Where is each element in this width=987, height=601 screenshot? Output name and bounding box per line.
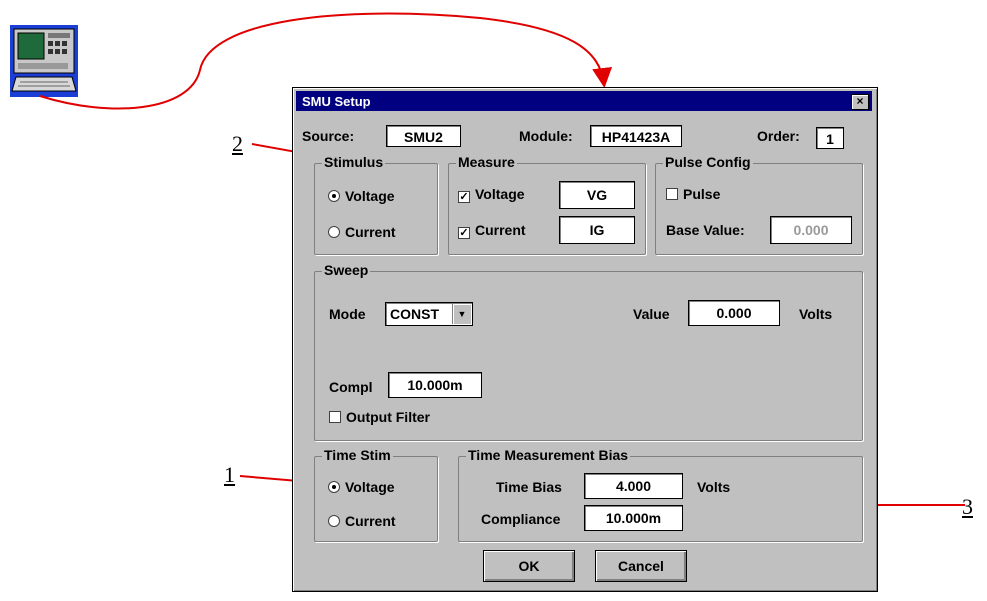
stimulus-current-radio[interactable]: Current	[328, 224, 396, 240]
base-value-label: Base Value:	[666, 222, 745, 238]
output-filter-checkbox[interactable]: Output Filter	[329, 409, 430, 425]
unchecked-icon	[666, 188, 678, 200]
time-bias-field[interactable]: 4.000	[584, 473, 683, 499]
cancel-button[interactable]: Cancel	[595, 550, 687, 582]
compl-field[interactable]: 10.000m	[388, 372, 482, 398]
measure-current-name-field[interactable]: IG	[559, 216, 635, 244]
sweep-value-label: Value	[633, 306, 670, 322]
time-stim-group: Time Stim Voltage Current	[314, 447, 438, 542]
source-label: Source:	[302, 128, 355, 144]
module-field[interactable]: HP41423A	[590, 125, 682, 147]
source-field[interactable]: SMU2	[386, 125, 461, 147]
sweep-value-field[interactable]: 0.000	[688, 300, 780, 326]
callout-3: 3	[962, 494, 973, 519]
stimulus-voltage-label: Voltage	[345, 188, 395, 204]
measure-voltage-label: Voltage	[475, 186, 525, 202]
stimulus-voltage-radio[interactable]: Voltage	[328, 188, 395, 204]
time-bias-unit: Volts	[697, 479, 731, 495]
close-icon[interactable]: ×	[851, 94, 869, 110]
measure-voltage-name-field[interactable]: VG	[559, 181, 635, 209]
measure-current-label: Current	[475, 222, 526, 238]
time-stim-current-radio[interactable]: Current	[328, 513, 396, 529]
pulse-config-legend: Pulse Config	[663, 154, 753, 170]
compliance-field[interactable]: 10.000m	[584, 505, 683, 531]
radio-selected-icon	[328, 481, 340, 493]
radio-unselected-icon	[328, 226, 340, 238]
compl-label: Compl	[329, 379, 373, 395]
order-label: Order:	[757, 128, 800, 144]
callout-1: 1	[224, 462, 235, 487]
time-stim-voltage-radio[interactable]: Voltage	[328, 479, 395, 495]
chevron-down-icon[interactable]: ▼	[452, 304, 471, 324]
checked-icon: ✓	[458, 191, 470, 203]
smu-setup-dialog: SMU Setup × Source: SMU2 Module: HP41423…	[292, 87, 878, 592]
order-field[interactable]: 1	[816, 127, 844, 149]
stimulus-group: Stimulus Voltage Current	[314, 154, 438, 255]
time-stim-voltage-label: Voltage	[345, 479, 395, 495]
sweep-value-unit: Volts	[799, 306, 833, 322]
output-filter-label: Output Filter	[346, 409, 430, 425]
time-stim-legend: Time Stim	[322, 447, 393, 463]
compliance-label: Compliance	[481, 511, 561, 527]
measure-current-checkbox[interactable]: ✓ Current	[458, 222, 526, 239]
stimulus-legend: Stimulus	[322, 154, 386, 170]
mode-value: CONST	[390, 306, 439, 322]
pulse-checkbox[interactable]: Pulse	[666, 186, 720, 202]
time-measurement-bias-group: Time Measurement Bias Time Bias 4.000 Vo…	[458, 447, 863, 542]
radio-unselected-icon	[328, 515, 340, 527]
measure-group: Measure ✓ Voltage VG ✓ Current IG	[448, 154, 646, 255]
measure-voltage-checkbox[interactable]: ✓ Voltage	[458, 186, 525, 203]
title-bar: SMU Setup ×	[296, 91, 872, 111]
sweep-group: Sweep Mode CONST ▼ Value 0.000 Volts Com…	[314, 262, 863, 441]
time-bias-label: Time Bias	[496, 479, 562, 495]
dialog-title: SMU Setup	[302, 94, 371, 109]
mode-dropdown[interactable]: CONST ▼	[385, 302, 473, 326]
callout-2: 2	[232, 131, 243, 156]
time-measurement-bias-legend: Time Measurement Bias	[466, 447, 631, 463]
sweep-legend: Sweep	[322, 262, 371, 278]
base-value-field[interactable]: 0.000	[770, 216, 852, 244]
pulse-config-group: Pulse Config Pulse Base Value: 0.000	[655, 154, 863, 255]
checked-icon: ✓	[458, 227, 470, 239]
mode-label: Mode	[329, 306, 366, 322]
unchecked-icon	[329, 411, 341, 423]
measure-legend: Measure	[456, 154, 517, 170]
stimulus-current-label: Current	[345, 224, 396, 240]
ok-button[interactable]: OK	[483, 550, 575, 582]
pulse-label: Pulse	[683, 186, 721, 202]
time-stim-current-label: Current	[345, 513, 396, 529]
module-label: Module:	[519, 128, 573, 144]
radio-selected-icon	[328, 190, 340, 202]
